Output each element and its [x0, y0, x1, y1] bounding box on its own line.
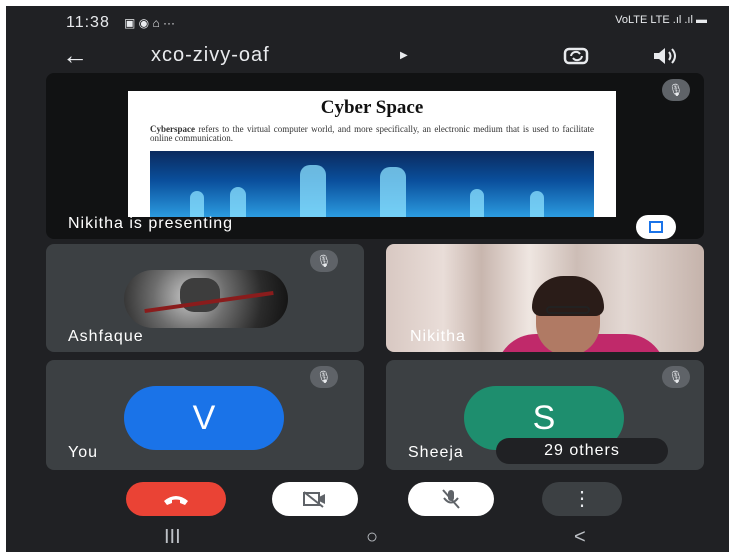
- figure: [190, 191, 204, 217]
- mic-off-icon: 🎙: [662, 366, 690, 388]
- notification-icons: ▣ ◉ ⌂ ···: [124, 16, 176, 30]
- mic-off-button[interactable]: [408, 482, 494, 516]
- slide-title: Cyber Space: [320, 97, 424, 118]
- meet-screen: 11:38 ▣ ◉ ⌂ ··· VoLTE LTE .ıl .ıl ▬ ← xc…: [6, 6, 729, 552]
- presentation-tile[interactable]: Cyber Space Cyberspace refers to the vir…: [46, 73, 704, 239]
- hang-up-icon: [164, 496, 188, 506]
- participant-name: Ashfaque: [68, 328, 144, 345]
- back-arrow-icon[interactable]: ←: [62, 41, 88, 69]
- more-options-button[interactable]: ⋮: [542, 482, 622, 516]
- meeting-code[interactable]: xco-zivy-oaf: [151, 44, 270, 67]
- shared-slide: Cyber Space Cyberspace refers to the vir…: [128, 91, 616, 217]
- video-person-glasses: [546, 306, 590, 314]
- mic-off-icon: [442, 489, 460, 509]
- back-nav-icon[interactable]: <: [574, 526, 586, 549]
- slide-image: [150, 151, 594, 217]
- participant-name: You: [68, 444, 98, 461]
- participant-tile-nikitha[interactable]: Nikitha: [386, 244, 704, 352]
- end-call-button[interactable]: [126, 482, 226, 516]
- figure: [300, 165, 326, 217]
- participant-name: Nikitha: [410, 328, 466, 345]
- expand-triangle-icon[interactable]: ▶: [400, 50, 408, 61]
- others-count-badge[interactable]: 29 others: [496, 438, 668, 464]
- figure: [230, 187, 246, 217]
- participant-name: Sheeja: [408, 444, 464, 461]
- avatar: [124, 270, 288, 328]
- slide-body-text: refers to the virtual computer world, an…: [150, 124, 594, 143]
- meeting-header: ← xco-zivy-oaf ▶: [6, 38, 729, 74]
- home-icon[interactable]: ○: [366, 526, 378, 549]
- participant-tile-you[interactable]: V You 🎙: [46, 360, 364, 470]
- mic-off-icon: 🎙: [310, 250, 338, 272]
- mic-off-icon: 🎙: [662, 79, 690, 101]
- camera-off-button[interactable]: [272, 482, 358, 516]
- slide-body: Cyberspace refers to the virtual compute…: [150, 125, 594, 143]
- figure: [380, 167, 406, 217]
- signal-battery-icons: VoLTE LTE .ıl .ıl ▬: [615, 14, 707, 26]
- status-bar: 11:38 ▣ ◉ ⌂ ··· VoLTE LTE .ıl .ıl ▬: [6, 6, 729, 36]
- participant-tile-sheeja[interactable]: S Sheeja 29 others 🎙: [386, 360, 704, 470]
- avatar-initial: V: [124, 386, 284, 450]
- clock: 11:38: [66, 14, 110, 31]
- figure: [470, 189, 484, 217]
- switch-camera-icon[interactable]: [562, 44, 592, 73]
- mic-off-icon: 🎙: [310, 366, 338, 388]
- fullscreen-button[interactable]: [636, 215, 676, 239]
- speaker-icon[interactable]: [650, 44, 680, 73]
- figure: [530, 191, 544, 217]
- participant-tile-ashfaque[interactable]: Ashfaque 🎙: [46, 244, 364, 352]
- camera-off-icon: [303, 491, 325, 508]
- recent-apps-icon[interactable]: III: [164, 526, 181, 549]
- presenting-label: Nikitha is presenting: [68, 215, 234, 232]
